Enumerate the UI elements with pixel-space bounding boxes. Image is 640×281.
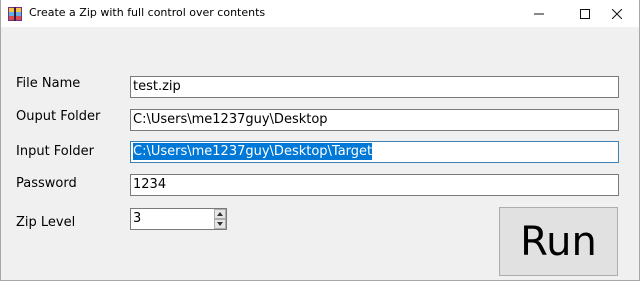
password-label: Password — [16, 176, 77, 191]
zip-level-label: Zip Level — [16, 215, 76, 230]
stepper-down-button[interactable] — [214, 219, 226, 229]
down-arrow-icon — [217, 222, 223, 226]
input-folder-selected-text: C:\Users\me1237guy\Desktop\Target — [133, 143, 373, 160]
password-input[interactable]: 1234 — [130, 174, 619, 196]
input-folder-input[interactable]: C:\Users\me1237guy\Desktop\Target — [130, 141, 619, 163]
output-folder-label: Ouput Folder — [16, 109, 101, 124]
file-name-label: File Name — [16, 76, 81, 91]
minimize-button[interactable] — [516, 0, 562, 27]
maximize-icon — [580, 8, 590, 19]
title-bar[interactable]: Create a Zip with full control over cont… — [1, 0, 639, 27]
output-folder-input[interactable]: C:\Users\me1237guy\Desktop — [130, 109, 619, 131]
window-title: Create a Zip with full control over cont… — [29, 6, 266, 19]
up-arrow-icon — [217, 212, 223, 216]
zip-window: Create a Zip with full control over cont… — [0, 0, 640, 281]
close-button[interactable] — [594, 0, 640, 27]
zip-level-value: 3 — [133, 211, 142, 226]
zip-level-stepper[interactable]: 3 — [130, 208, 227, 230]
stepper-up-button[interactable] — [214, 209, 226, 219]
file-name-input[interactable]: test.zip — [130, 76, 619, 98]
minimize-icon — [534, 13, 544, 14]
close-icon — [612, 8, 622, 19]
input-folder-label: Input Folder — [16, 144, 94, 159]
run-button[interactable]: Run — [499, 207, 618, 276]
winrar-app-icon — [8, 6, 22, 21]
